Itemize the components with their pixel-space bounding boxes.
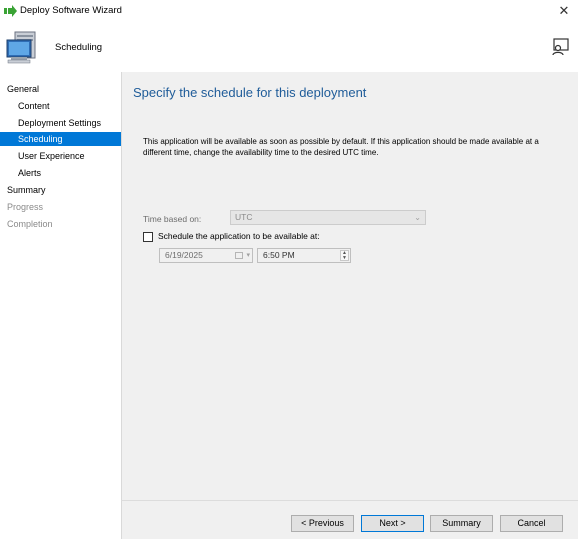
summary-button[interactable]: Summary <box>430 515 493 532</box>
nav-item-general[interactable]: General <box>7 82 39 96</box>
nav-item-deployment-settings[interactable]: Deployment Settings <box>18 116 121 130</box>
description-text: This application will be available as so… <box>143 137 539 157</box>
chevron-down-icon: ⌄ <box>414 213 421 222</box>
page-heading: Specify the schedule for this deployment <box>133 85 367 100</box>
nav-item-user-experience[interactable]: User Experience <box>18 149 121 163</box>
nav-item-scheduling[interactable]: Scheduling <box>0 132 121 146</box>
time-picker[interactable]: 6:50 PM ▲ ▼ <box>257 248 351 263</box>
header-title: Scheduling <box>55 42 103 53</box>
chevron-down-icon: ▾ <box>246 252 250 259</box>
wizard-header: Scheduling <box>0 22 578 72</box>
nav-item-completion: Completion <box>7 219 53 229</box>
time-value: 6:50 PM <box>263 250 295 260</box>
nav-item-progress: Progress <box>7 202 44 212</box>
wizard-nav: General Content Deployment Settings Sche… <box>0 72 121 539</box>
close-button[interactable]: ✕ <box>550 0 578 22</box>
time-spinner[interactable]: ▲ ▼ <box>340 250 349 261</box>
window-title: Deploy Software Wizard <box>20 5 122 16</box>
date-value: 6/19/2025 <box>165 250 203 260</box>
time-based-on-select[interactable]: UTC ⌄ <box>230 210 426 225</box>
nav-item-alerts[interactable]: Alerts <box>18 166 121 180</box>
computer-icon <box>6 31 36 64</box>
title-bar: Deploy Software Wizard ✕ <box>0 0 578 22</box>
feedback-icon[interactable] <box>550 37 570 57</box>
nav-item-summary[interactable]: Summary <box>7 183 46 197</box>
wizard-footer: < Previous Next > Summary Cancel <box>121 500 578 539</box>
previous-button[interactable]: < Previous <box>291 515 354 532</box>
schedule-checkbox[interactable] <box>143 232 153 242</box>
calendar-icon <box>235 252 243 259</box>
time-based-on-value: UTC <box>235 212 253 222</box>
cancel-button[interactable]: Cancel <box>500 515 563 532</box>
schedule-checkbox-label[interactable]: Schedule the application to be available… <box>158 231 320 241</box>
time-based-on-label: Time based on: <box>143 214 202 224</box>
date-picker[interactable]: 6/19/2025 ▾ <box>159 248 253 263</box>
wizard-arrow-icon <box>4 5 17 17</box>
content-panel: Specify the schedule for this deployment… <box>121 72 578 500</box>
next-button[interactable]: Next > <box>361 515 424 532</box>
nav-item-content[interactable]: Content <box>18 99 121 113</box>
